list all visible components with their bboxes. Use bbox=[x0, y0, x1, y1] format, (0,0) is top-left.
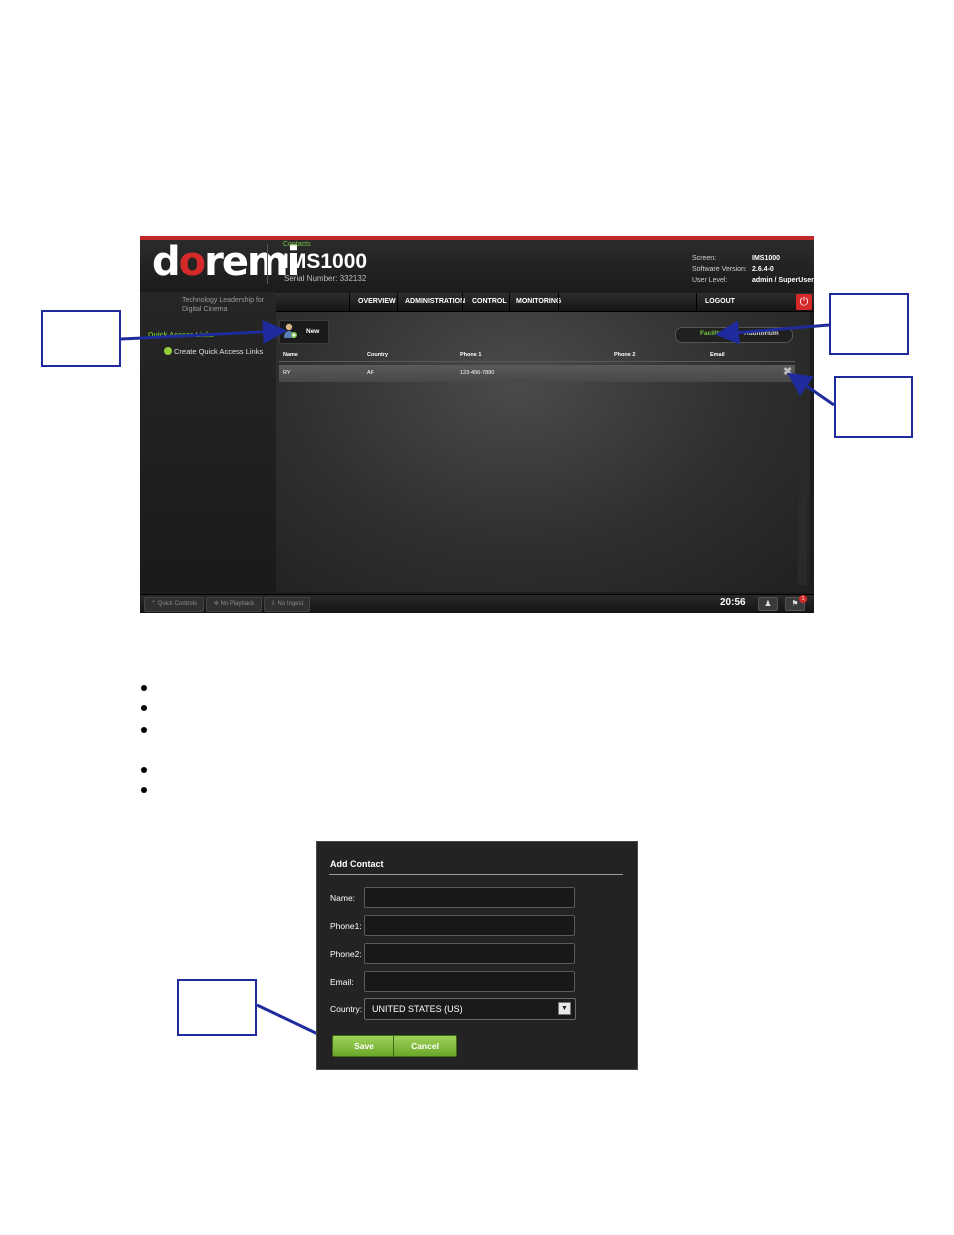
dialog-title: Add Contact bbox=[330, 859, 384, 869]
email-label: Email: bbox=[330, 977, 354, 987]
cancel-button[interactable]: Cancel bbox=[393, 1035, 457, 1057]
arrow-to-facility-tab bbox=[715, 320, 830, 345]
country-selected-value: UNITED STATES (US) bbox=[372, 1004, 463, 1014]
phone1-field[interactable] bbox=[364, 915, 575, 936]
bullet bbox=[141, 727, 147, 733]
arrow-to-new-button bbox=[120, 319, 287, 344]
bullet bbox=[141, 787, 147, 793]
save-button[interactable]: Save bbox=[332, 1035, 396, 1057]
bullet bbox=[141, 685, 147, 691]
bullet bbox=[141, 767, 147, 773]
phone1-label: Phone1: bbox=[330, 921, 362, 931]
phone2-label: Phone2: bbox=[330, 949, 362, 959]
name-label: Name: bbox=[330, 893, 356, 903]
name-field[interactable] bbox=[364, 887, 575, 908]
phone2-field[interactable] bbox=[364, 943, 575, 964]
bullet bbox=[141, 705, 147, 711]
arrow-to-delete-icon bbox=[787, 372, 835, 407]
dialog-divider bbox=[329, 874, 623, 875]
chevron-down-icon[interactable]: ▼ bbox=[558, 1002, 571, 1015]
email-field[interactable] bbox=[364, 971, 575, 992]
country-label: Country: bbox=[330, 1004, 363, 1014]
